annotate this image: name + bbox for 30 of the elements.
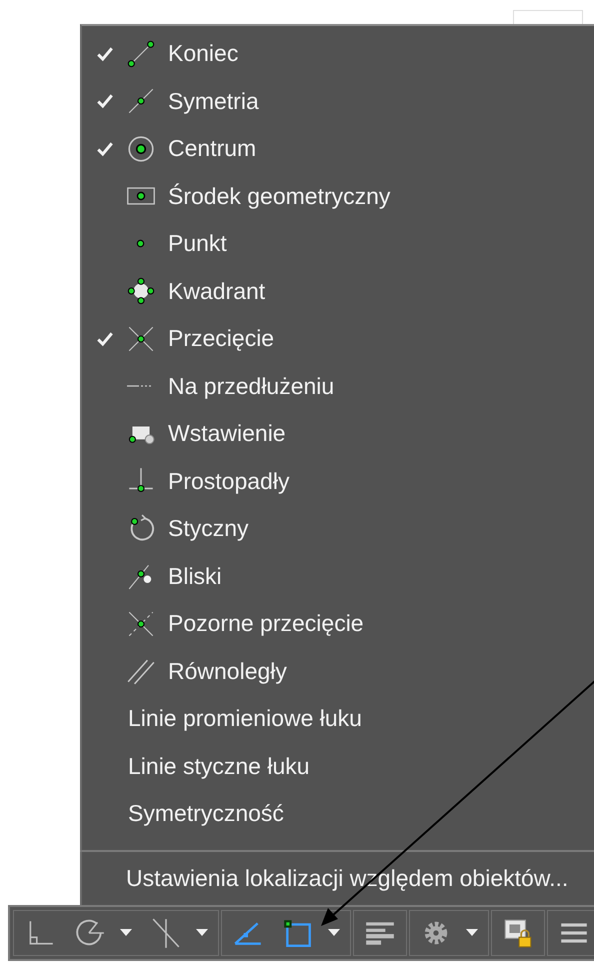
menu-item[interactable]: Wstawienie [82, 410, 594, 458]
menu-item[interactable]: Przecięcie [82, 315, 594, 362]
caret-icon[interactable] [328, 929, 340, 937]
quadrant-icon [126, 276, 156, 306]
snap-square-icon[interactable] [282, 917, 314, 949]
menu-item[interactable]: Prostopadły [82, 458, 594, 505]
menu-item[interactable]: Koniec [82, 30, 594, 78]
menu-item[interactable]: Pozorne przecięcie [82, 600, 594, 648]
menu-item[interactable]: Linie promieniowe łuku [82, 695, 594, 742]
menu-item[interactable]: Na przedłużeniu [82, 362, 594, 410]
line-endpoint-icon [126, 38, 156, 69]
menu-item[interactable]: Symetryczność [82, 790, 594, 838]
window-lock-icon[interactable] [502, 917, 534, 949]
menu-item[interactable]: Linie styczne łuku [82, 742, 594, 790]
caret-icon[interactable] [120, 929, 132, 937]
point-icon [136, 239, 145, 248]
menu-item[interactable]: Kwadrant [82, 268, 594, 315]
menu-item[interactable]: Punkt [82, 220, 594, 268]
menu-item[interactable]: Środek geometryczny [82, 172, 594, 220]
menu-item[interactable]: Styczny [82, 505, 594, 552]
circle-center-icon [126, 134, 156, 164]
menu-item[interactable]: Bliski [82, 552, 594, 600]
isometric-lines-icon[interactable] [150, 917, 182, 949]
menu-item[interactable]: Równoległy [82, 648, 594, 695]
dashed-line-icon [126, 384, 154, 388]
settings-menu-item[interactable]: Ustawienia lokalizacji względem obiektów... [82, 852, 594, 906]
menu-item[interactable]: Symetria [82, 78, 594, 125]
caret-icon[interactable] [196, 929, 208, 937]
caret-icon[interactable] [466, 929, 478, 937]
menu-item[interactable]: Centrum [82, 125, 594, 172]
